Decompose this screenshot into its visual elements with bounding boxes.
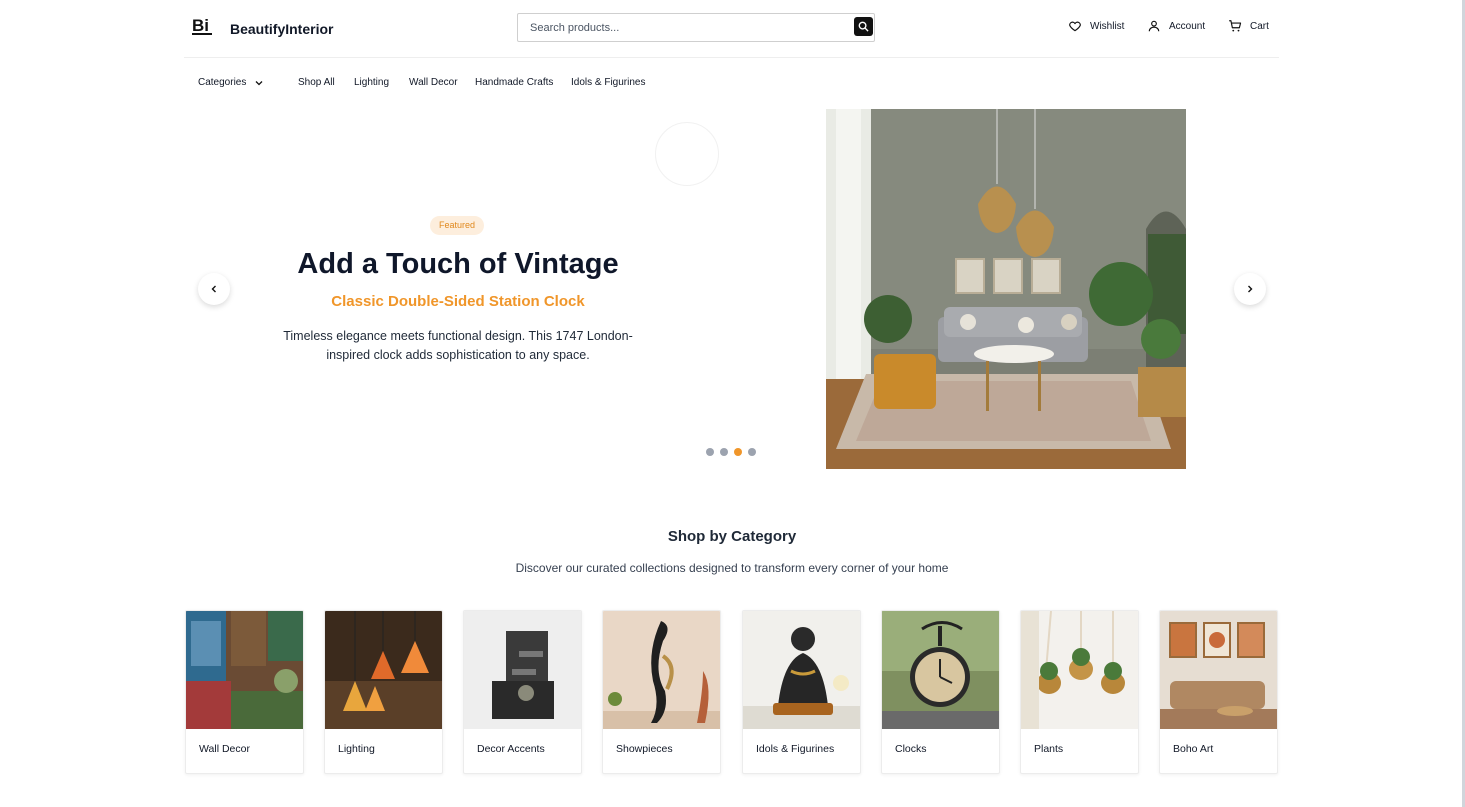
shop-by-category-subtitle: Discover our curated collections designe…: [515, 561, 949, 575]
categories-label: Categories: [198, 77, 247, 88]
nav-item-idols-figurines[interactable]: Idols & Figurines: [571, 77, 645, 88]
user-icon: [1148, 20, 1160, 32]
svg-text:Bi: Bi: [192, 16, 209, 35]
hero-prev-button[interactable]: [198, 273, 230, 305]
categories-dropdown[interactable]: Categories: [198, 77, 264, 88]
category-label: Idols & Figurines: [756, 743, 835, 755]
slide-dot-active[interactable]: [734, 448, 742, 456]
category-card-decor-accents[interactable]: Decor Accents: [463, 610, 582, 774]
category-image: [603, 611, 720, 729]
shop-by-category-title: Shop by Category: [667, 528, 797, 545]
category-card-lighting[interactable]: Lighting: [324, 610, 443, 774]
chevron-left-icon: [211, 285, 216, 293]
hero-subtitle: Classic Double-Sided Station Clock: [331, 293, 585, 310]
category-card-clocks[interactable]: Clocks: [881, 610, 1000, 774]
category-image: [1021, 611, 1138, 729]
search-button[interactable]: [854, 17, 873, 36]
hero-living-room-image: [826, 109, 1186, 469]
hero-title: Add a Touch of Vintage: [297, 248, 619, 280]
site-header: Bi BeautifyInterior Wishlist Account Car…: [184, 8, 1279, 58]
featured-badge: Featured: [430, 216, 485, 235]
chevron-down-icon: [255, 80, 263, 85]
category-image: [1160, 611, 1277, 729]
brand-logo-icon[interactable]: Bi: [192, 16, 216, 36]
category-card-plants[interactable]: Plants: [1020, 610, 1139, 774]
brand-name[interactable]: BeautifyInterior: [230, 21, 333, 37]
nav-item-shop-all[interactable]: Shop All: [298, 77, 335, 88]
category-card-showpieces[interactable]: Showpieces: [602, 610, 721, 774]
nav-item-wall-decor[interactable]: Wall Decor: [409, 77, 458, 88]
category-label: Boho Art: [1173, 743, 1214, 755]
slide-dot[interactable]: [720, 448, 728, 456]
category-image: [186, 611, 303, 729]
category-label: Lighting: [338, 743, 375, 755]
heart-icon: [1069, 21, 1081, 32]
category-image: [464, 611, 581, 729]
category-image: [743, 611, 860, 729]
main-nav: Categories Shop All Lighting Wall Decor …: [184, 74, 884, 94]
slide-dot[interactable]: [706, 448, 714, 456]
slide-indicators: [706, 448, 756, 456]
account-link[interactable]: Account: [1147, 19, 1205, 33]
chevron-right-icon: [1248, 285, 1253, 293]
category-label: Decor Accents: [477, 743, 545, 755]
category-label: Wall Decor: [199, 743, 250, 755]
wishlist-link[interactable]: Wishlist: [1068, 19, 1124, 33]
category-card-boho-art[interactable]: Boho Art: [1159, 610, 1278, 774]
cart-label: Cart: [1250, 20, 1269, 32]
category-label: Clocks: [895, 743, 927, 755]
category-image: [882, 611, 999, 729]
search-bar: [517, 13, 875, 42]
category-card-idols-figurines[interactable]: Idols & Figurines: [742, 610, 861, 774]
cart-icon: [1229, 20, 1242, 32]
category-card-wall-decor[interactable]: Wall Decor: [185, 610, 304, 774]
search-icon: [858, 21, 869, 32]
category-label: Showpieces: [616, 743, 673, 755]
nav-item-handmade-crafts[interactable]: Handmade Crafts: [475, 77, 553, 88]
slide-dot[interactable]: [748, 448, 756, 456]
hero-description: Timeless elegance meets functional desig…: [283, 329, 633, 362]
nav-item-lighting[interactable]: Lighting: [354, 77, 389, 88]
cart-link[interactable]: Cart: [1228, 19, 1269, 33]
hero-next-button[interactable]: [1234, 273, 1266, 305]
account-label: Account: [1169, 20, 1206, 32]
wishlist-label: Wishlist: [1090, 20, 1125, 32]
category-label: Plants: [1034, 743, 1064, 755]
decorative-circle: [655, 122, 719, 186]
search-input[interactable]: [518, 14, 848, 41]
category-image: [325, 611, 442, 729]
